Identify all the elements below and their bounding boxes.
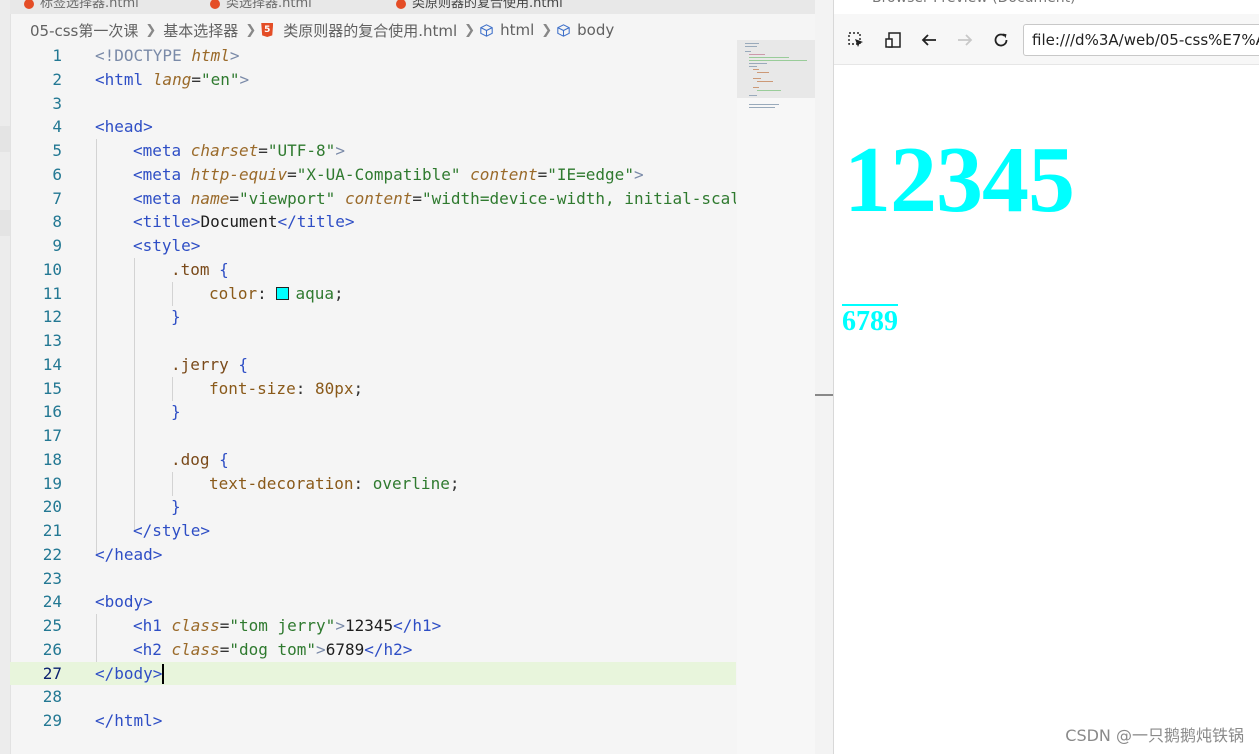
tab-2[interactable]: 类选择器.html <box>210 0 312 12</box>
editor-tab-bar: 标签选择器.html 类选择器.html 类原则器的复合使用.html <box>10 0 815 14</box>
code-line: 18 .dog { <box>42 449 229 469</box>
code-line: 2 <html lang="en"> <box>52 69 250 89</box>
code-line: 24 <body> <box>42 592 153 612</box>
browser-preview-pane: Browser Preview (Document) file:///d%3A/… <box>833 0 1259 754</box>
activity-mark <box>0 126 10 152</box>
color-swatch[interactable] <box>276 286 290 300</box>
inspect-button[interactable] <box>844 28 868 52</box>
reload-button[interactable] <box>989 28 1013 52</box>
code-line: 13 <box>42 331 62 350</box>
breadcrumb-folder[interactable]: 05-css第一次课 <box>28 20 140 41</box>
code-line: 23 <box>42 568 62 588</box>
breadcrumb: 05-css第一次课 ❯ 基本选择器 ❯ 5 类原则器的复合使用.html ❯ … <box>10 18 740 42</box>
code-line: 26 <h2 class="dog tom">6789</h2> <box>42 639 413 659</box>
code-line: 3 <box>52 93 62 113</box>
screen: 标签选择器.html 类选择器.html 类原则器的复合使用.html 05-c… <box>0 0 1259 754</box>
chevron-right-icon: ❯ <box>145 22 157 38</box>
url-input[interactable]: file:///d%3A/web/05-css%E7%A <box>1023 24 1259 56</box>
code-line: 25 <h1 class="tom jerry">12345</h1> <box>42 616 442 635</box>
forward-button[interactable] <box>953 28 977 52</box>
html-file-icon <box>396 0 406 9</box>
rendered-h2: 6789 <box>842 306 898 337</box>
code-line: 14 .jerry { <box>42 354 249 374</box>
device-toggle-icon <box>885 32 901 48</box>
overview-ruler-cursor <box>815 394 833 396</box>
back-arrow-icon <box>921 34 936 46</box>
html5-icon: 5 <box>261 23 274 37</box>
html-file-icon <box>24 0 34 9</box>
element-cube-icon <box>480 23 493 37</box>
preview-toolbar: file:///d%3A/web/05-css%E7%A <box>834 14 1259 65</box>
preview-tab-title[interactable]: Browser Preview (Document) <box>834 0 1259 8</box>
html-file-icon <box>210 0 220 9</box>
chevron-right-icon: ❯ <box>541 22 553 38</box>
back-button[interactable] <box>917 28 941 52</box>
breadcrumb-body[interactable]: body <box>575 21 616 39</box>
code-line: 17 <box>42 426 62 445</box>
activity-mark <box>0 210 10 236</box>
code-line: 9 <style> <box>52 236 201 255</box>
device-toggle-button[interactable] <box>881 28 905 52</box>
code-line: 1 <!DOCTYPE html> <box>52 46 240 65</box>
rendered-h1: 12345 <box>844 128 1075 232</box>
reload-icon <box>994 33 1008 47</box>
chevron-right-icon: ❯ <box>245 22 257 38</box>
chevron-right-icon: ❯ <box>464 22 476 38</box>
code-line: 22 </head> <box>42 544 163 564</box>
code-line: 11 color: aqua; <box>42 283 344 303</box>
code-line: 19 text-decoration: overline; <box>42 473 460 493</box>
code-editor-pane: 标签选择器.html 类选择器.html 类原则器的复合使用.html 05-c… <box>0 0 815 754</box>
code-line: 5 <meta charset="UTF-8"> <box>52 141 345 160</box>
inspect-icon <box>848 32 863 47</box>
code-line: 21 </style> <box>42 521 211 540</box>
overview-ruler[interactable] <box>815 40 833 754</box>
csdn-watermark: CSDN @一只鹅鹅炖铁锅 <box>1065 726 1244 745</box>
element-cube-icon <box>557 23 570 37</box>
code-line: 15 font-size: 80px; <box>42 378 364 398</box>
code-line: 28 <box>42 687 62 707</box>
tab-1[interactable]: 标签选择器.html <box>24 0 139 12</box>
forward-arrow-icon <box>958 34 973 46</box>
code-line: 16} <box>42 402 181 422</box>
breadcrumb-html[interactable]: html <box>498 21 536 39</box>
code-line: 6 <meta http-equiv="X-UA-Compatible" cont… <box>52 164 644 184</box>
breadcrumb-subfolder[interactable]: 基本选择器 <box>161 20 240 41</box>
code-line: 12} <box>42 307 181 327</box>
code-area[interactable]: 1 <!DOCTYPE html> 2 <html lang="en"> 3 4 <h… <box>10 44 736 744</box>
code-line: 4 <head> <box>52 117 153 137</box>
code-line: 10 .tom { <box>42 259 229 279</box>
breadcrumb-file[interactable]: 类原则器的复合使用.html <box>281 20 459 41</box>
code-line: 7 <meta name="viewport" content="width=de… <box>52 188 736 208</box>
text-cursor <box>162 663 164 684</box>
code-line: 20} <box>42 497 181 517</box>
code-line: 8 <title>Document</title> <box>52 212 355 232</box>
minimap[interactable] <box>737 40 815 754</box>
rendered-page: 12345 6789 <box>834 65 1259 754</box>
code-line-current: 27 </body> <box>10 661 736 686</box>
tab-3[interactable]: 类原则器的复合使用.html <box>396 0 563 12</box>
code-line: 29 </html> <box>42 711 163 730</box>
